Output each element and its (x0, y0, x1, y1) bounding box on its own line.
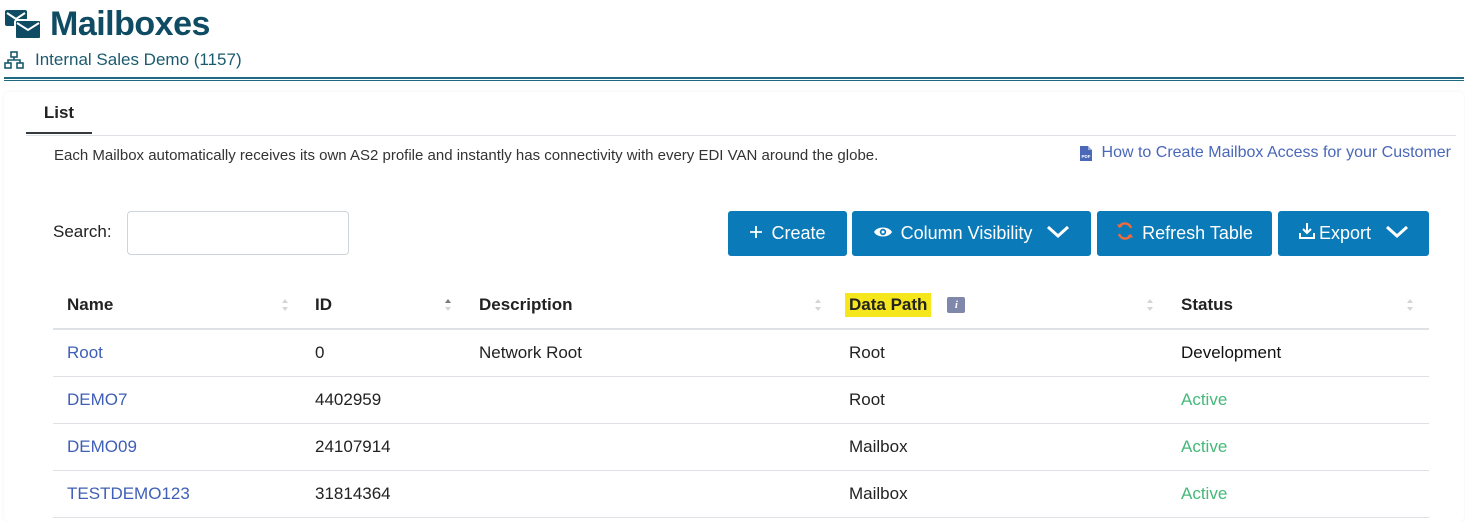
export-button-label: Export (1318, 223, 1372, 243)
download-icon (1298, 222, 1316, 245)
mailbox-id: 24107914 (315, 437, 391, 456)
table-header: Name ID Description Data Path i Status (53, 282, 1429, 330)
mailboxes-icon (4, 7, 42, 41)
page-title: Mailboxes (50, 4, 210, 43)
network-name: Internal Sales Demo (1157) (35, 50, 242, 69)
mailbox-data-path: Root (849, 343, 885, 362)
mailbox-data-path: Mailbox (849, 437, 908, 456)
tab-bar: List (26, 92, 1456, 136)
tab-list[interactable]: List (26, 92, 92, 134)
column-header-description[interactable]: Description (479, 282, 573, 328)
search-input[interactable] (127, 211, 349, 255)
mailbox-status: Active (1181, 484, 1228, 503)
plus-icon (749, 223, 763, 244)
network-icon (4, 51, 24, 69)
sort-icon[interactable] (1406, 296, 1414, 314)
mailbox-id: 0 (315, 343, 325, 362)
column-header-name[interactable]: Name (67, 282, 113, 328)
export-button[interactable]: Export (1278, 211, 1429, 256)
table-row: DEMO09 24107914 Mailbox Active (53, 424, 1429, 471)
content-card: List Each Mailbox automatically receives… (4, 92, 1464, 522)
column-visibility-label: Column Visibility (900, 223, 1033, 243)
search-label: Search: (53, 222, 112, 241)
mailbox-name-link[interactable]: DEMO7 (67, 377, 127, 423)
column-header-data-path[interactable]: Data Path i (845, 282, 966, 328)
mailbox-name-link[interactable]: Root (67, 330, 103, 376)
description-text: Each Mailbox automatically receives its … (54, 147, 879, 164)
mailbox-description: Network Root (479, 343, 582, 362)
refresh-table-label: Refresh Table (1142, 223, 1253, 243)
pdf-icon: PDF (1079, 145, 1093, 162)
mailbox-name-link[interactable]: TESTDEMO123 (67, 471, 190, 517)
mailbox-data-path: Mailbox (849, 484, 908, 503)
chevron-down-icon (1046, 223, 1070, 244)
mailbox-name-link[interactable]: DEMO09 (67, 424, 137, 470)
mailbox-id: 31814364 (315, 484, 391, 503)
create-button[interactable]: Create (728, 211, 847, 256)
svg-text:PDF: PDF (1081, 154, 1090, 159)
info-icon[interactable]: i (947, 297, 966, 313)
refresh-icon (1116, 222, 1134, 245)
breadcrumb: Internal Sales Demo (1157) (4, 48, 242, 72)
create-button-label: Create (771, 223, 826, 243)
column-header-id[interactable]: ID (315, 282, 332, 328)
mailbox-data-path: Root (849, 390, 885, 409)
page-header: Mailboxes (4, 4, 210, 44)
sort-icon[interactable] (1146, 296, 1154, 314)
mailboxes-table: Name ID Description Data Path i Status R… (53, 282, 1429, 518)
chevron-down-icon (1385, 223, 1409, 244)
refresh-table-button[interactable]: Refresh Table (1097, 211, 1272, 256)
mailbox-status: Active (1181, 437, 1228, 456)
data-path-label: Data Path (845, 293, 932, 317)
mailbox-id: 4402959 (315, 390, 382, 409)
sort-icon[interactable] (281, 296, 289, 314)
sort-icon[interactable] (814, 296, 822, 314)
mailbox-status: Active (1181, 390, 1228, 409)
column-header-status[interactable]: Status (1181, 282, 1233, 328)
mailbox-status: Development (1181, 343, 1282, 362)
help-link-label: How to Create Mailbox Access for your Cu… (1101, 144, 1451, 161)
sort-icon[interactable] (444, 296, 452, 314)
table-row: DEMO7 4402959 Root Active (53, 377, 1429, 424)
header-divider (4, 77, 1464, 81)
table-row: Root 0 Network Root Root Development (53, 330, 1429, 377)
help-link[interactable]: PDF How to Create Mailbox Access for you… (1079, 144, 1451, 162)
eye-icon (873, 223, 893, 244)
column-visibility-button[interactable]: Column Visibility (852, 211, 1091, 256)
